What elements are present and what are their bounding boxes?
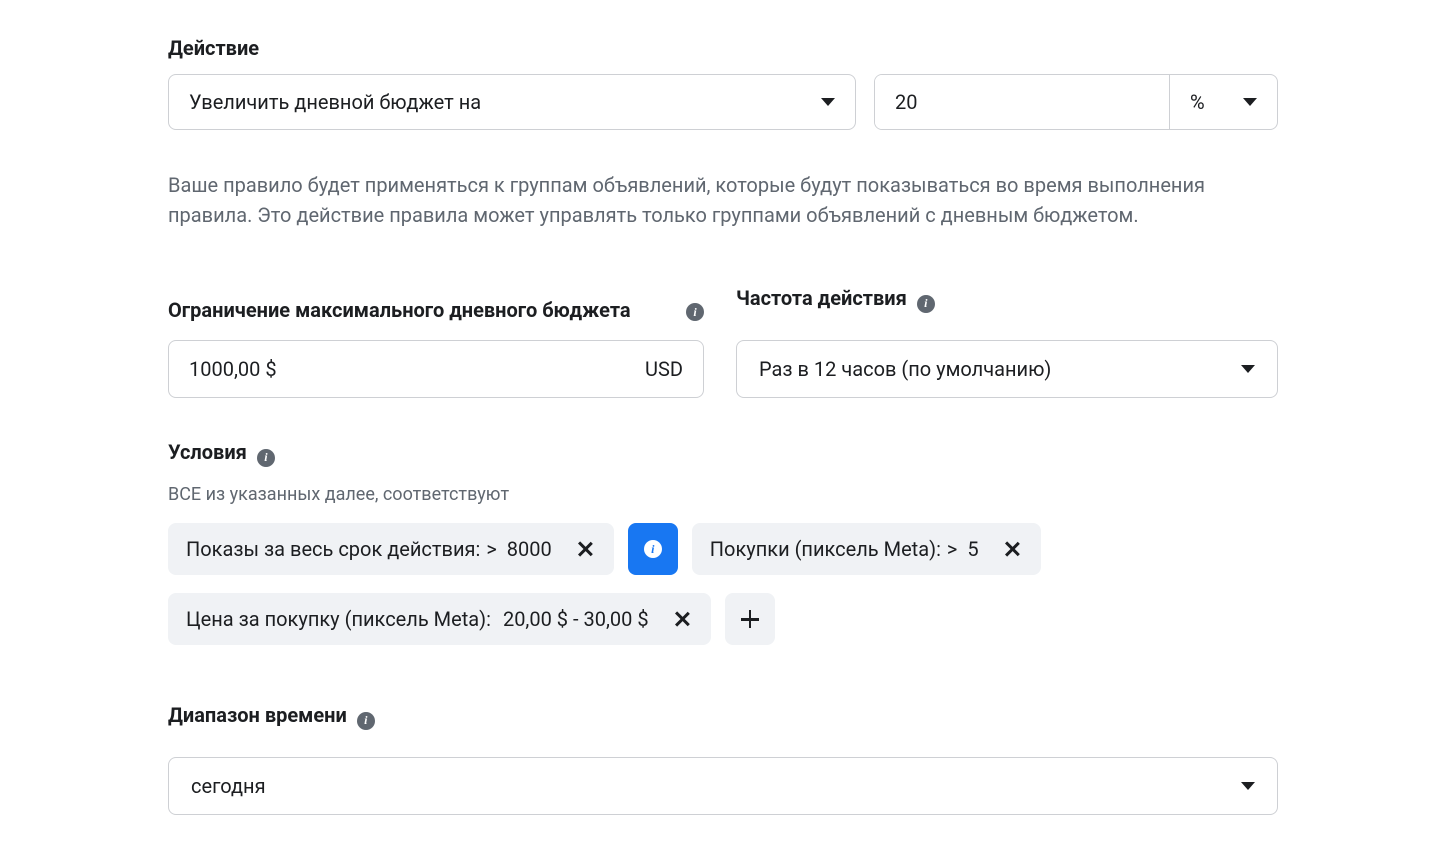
condition-value: 8000 (507, 537, 562, 561)
info-icon[interactable]: i (357, 712, 375, 730)
chevron-down-icon (1241, 782, 1255, 790)
info-icon[interactable]: i (917, 295, 935, 313)
remove-condition-button[interactable] (989, 526, 1035, 572)
conditions-label: Условия (168, 440, 247, 464)
add-condition-button[interactable] (725, 593, 775, 645)
conditions-subtext: ВСЕ из указанных далее, соответствуют (168, 484, 1278, 505)
remove-condition-button[interactable] (659, 596, 705, 642)
action-select-value: Увеличить дневной бюджет на (189, 90, 481, 114)
currency-label: USD (625, 357, 703, 381)
chevron-down-icon (1241, 365, 1255, 373)
plus-icon (741, 610, 759, 628)
chevron-down-icon (821, 98, 835, 106)
condition-info-button[interactable]: i (628, 523, 678, 575)
action-amount-group: % (874, 74, 1278, 130)
budget-cap-label: Ограничение максимального дневного бюдже… (168, 297, 631, 324)
budget-cap-input[interactable] (169, 357, 625, 381)
condition-value: 5 (967, 537, 988, 561)
condition-value: 20,00 $ - 30,00 $ (497, 607, 659, 631)
condition-label: Показы за весь срок действия: (186, 537, 486, 561)
info-icon: i (644, 540, 662, 558)
chevron-down-icon (1243, 98, 1257, 106)
info-icon[interactable]: i (686, 303, 704, 321)
info-icon[interactable]: i (257, 449, 275, 467)
time-range-label: Диапазон времени (168, 703, 347, 727)
condition-operator: > (947, 537, 967, 561)
condition-chip[interactable]: Цена за покупку (пиксель Meta): 20,00 $ … (168, 593, 711, 645)
budget-cap-input-wrap: USD (168, 340, 704, 398)
action-label: Действие (168, 36, 1278, 60)
time-range-select[interactable]: сегодня (168, 757, 1278, 815)
condition-chip[interactable]: Показы за весь срок действия: > 8000 (168, 523, 614, 575)
close-icon (673, 610, 691, 628)
condition-label: Покупки (пиксель Meta): (710, 537, 947, 561)
action-unit-value: % (1190, 90, 1205, 114)
frequency-select-value: Раз в 12 часов (по умолчанию) (759, 357, 1051, 381)
condition-chip[interactable]: Покупки (пиксель Meta): > 5 (692, 523, 1041, 575)
action-amount-input[interactable] (875, 75, 1169, 129)
action-unit-select[interactable]: % (1169, 75, 1277, 129)
condition-label: Цена за покупку (пиксель Meta): (186, 607, 497, 631)
action-description: Ваше правило будет применяться к группам… (168, 170, 1218, 230)
condition-operator: > (486, 537, 506, 561)
remove-condition-button[interactable] (562, 526, 608, 572)
close-icon (576, 540, 594, 558)
close-icon (1003, 540, 1021, 558)
frequency-label: Частота действия (736, 286, 907, 310)
frequency-select[interactable]: Раз в 12 часов (по умолчанию) (736, 340, 1278, 398)
time-range-value: сегодня (191, 774, 266, 798)
action-select[interactable]: Увеличить дневной бюджет на (168, 74, 856, 130)
